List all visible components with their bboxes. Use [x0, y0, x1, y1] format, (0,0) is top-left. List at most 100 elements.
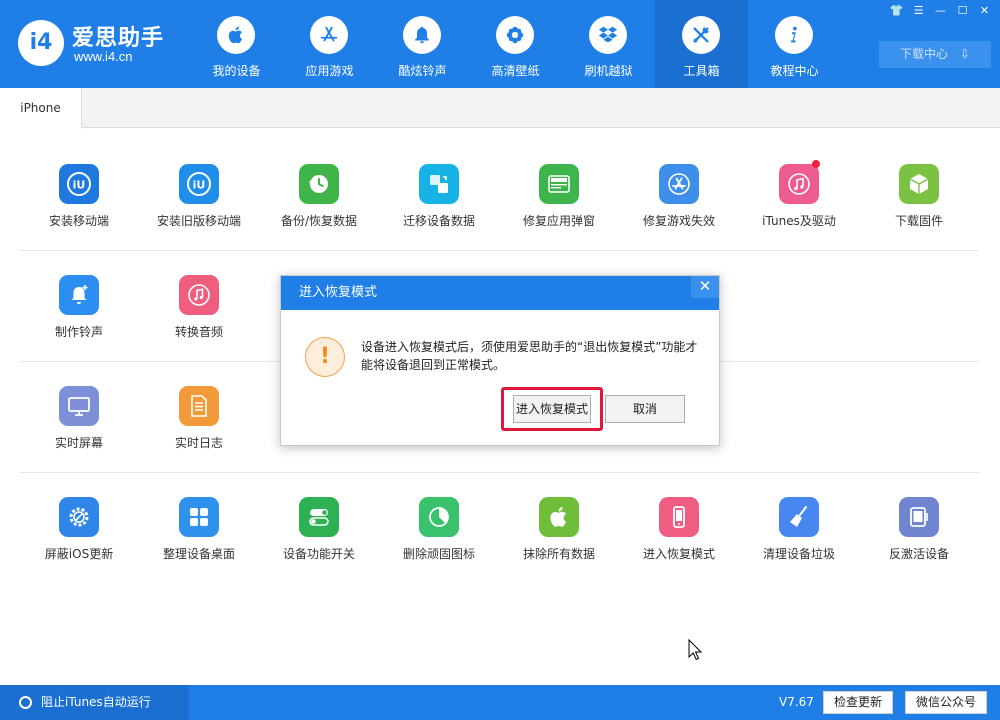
- tool-label: 安装移动端: [48, 214, 109, 228]
- row-divider: [20, 250, 979, 251]
- nav-label: 高清壁纸: [491, 64, 540, 78]
- grid-icon: [179, 497, 219, 537]
- menu-icon[interactable]: ☰: [909, 3, 928, 18]
- gear-block-icon: [59, 497, 99, 537]
- nav-apps-games[interactable]: 应用游戏: [283, 0, 376, 88]
- svg-text:iU: iU: [193, 179, 206, 192]
- tool-install-old-mobile[interactable]: iU 安装旧版移动端: [139, 164, 259, 244]
- dialog-message: 设备进入恢复模式后，须使用爱思助手的“退出恢复模式”功能才能将设备退回到正常模式…: [361, 340, 698, 372]
- block-itunes-toggle[interactable]: 阻止iTunes自动运行: [0, 685, 189, 720]
- close-icon[interactable]: ✕: [975, 3, 994, 18]
- nav-label: 教程中心: [770, 64, 819, 78]
- minimize-icon[interactable]: —: [931, 3, 950, 18]
- app-name: 爱思助手: [72, 26, 165, 51]
- wechat-button[interactable]: 微信公众号: [905, 691, 987, 714]
- tool-convert-audio[interactable]: 转换音频: [139, 275, 259, 355]
- tool-erase-all-data[interactable]: 抹除所有数据: [499, 497, 619, 577]
- mouse-cursor-icon: [688, 639, 702, 661]
- main-nav: 我的设备 应用游戏 酷炫铃声 高清壁纸 刷机越狱 工具箱 教程中心: [190, 0, 841, 88]
- nav-label: 工具箱: [683, 64, 720, 78]
- tool-install-mobile[interactable]: iU 安装移动端: [19, 164, 139, 244]
- tool-label: 整理设备桌面: [162, 547, 235, 561]
- nav-flash-jailbreak[interactable]: 刷机越狱: [562, 0, 655, 88]
- notification-badge: [812, 160, 820, 168]
- version-label: V7.67: [779, 695, 814, 709]
- enter-recovery-button[interactable]: 进入恢复模式: [513, 395, 591, 423]
- svg-text:iU: iU: [73, 179, 86, 192]
- tablet-icon: [899, 497, 939, 537]
- toggle-icon: [299, 497, 339, 537]
- app-store-icon: [310, 16, 348, 54]
- bell-icon: [403, 16, 441, 54]
- download-center-button[interactable]: 下载中心 ⇩: [879, 41, 991, 68]
- tool-block-ios-update[interactable]: 屏蔽iOS更新: [19, 497, 139, 577]
- tool-label: 实时日志: [174, 436, 223, 450]
- document-icon: [179, 386, 219, 426]
- download-center-label: 下载中心: [900, 47, 949, 61]
- tool-deactivate-device[interactable]: 反激活设备: [859, 497, 979, 577]
- nav-ringtones[interactable]: 酷炫铃声: [376, 0, 469, 88]
- dialog-close-button[interactable]: ✕: [691, 276, 719, 298]
- tools-icon: [682, 16, 720, 54]
- tool-organize-desktop[interactable]: 整理设备桌面: [139, 497, 259, 577]
- nav-toolbox[interactable]: 工具箱: [655, 0, 748, 88]
- tool-delete-stubborn-icons[interactable]: 删除顽固图标: [379, 497, 499, 577]
- top-bar: i4 爱思助手 www.i4.cn 我的设备 应用游戏 酷炫铃声 高清壁纸 刷机…: [0, 0, 1000, 88]
- tool-enter-recovery-mode[interactable]: 进入恢复模式: [619, 497, 739, 577]
- tool-make-ringtone[interactable]: 制作铃声: [19, 275, 139, 355]
- music-note-icon: [179, 275, 219, 315]
- tool-fix-game[interactable]: 修复游戏失效: [619, 164, 739, 244]
- radio-circle-icon: [19, 696, 32, 709]
- migrate-icon: [419, 164, 459, 204]
- tab-iphone[interactable]: iPhone: [0, 88, 82, 129]
- app-logo: i4 爱思助手 www.i4.cn: [18, 18, 178, 70]
- maximize-icon[interactable]: ☐: [953, 3, 972, 18]
- app-url: www.i4.cn: [74, 49, 133, 64]
- tool-download-firmware[interactable]: 下载固件: [859, 164, 979, 244]
- tool-itunes-driver[interactable]: iTunes及驱动: [739, 160, 859, 244]
- nav-label: 应用游戏: [305, 64, 354, 78]
- monitor-icon: [59, 386, 99, 426]
- dropbox-icon: [589, 16, 627, 54]
- shirt-icon[interactable]: 👕: [887, 3, 906, 18]
- tool-label: 备份/恢复数据: [280, 214, 358, 228]
- tool-label: 反激活设备: [888, 547, 949, 561]
- device-tab-strip: iPhone: [0, 88, 1000, 129]
- tool-live-log[interactable]: 实时日志: [139, 386, 259, 466]
- broom-icon: [779, 497, 819, 537]
- check-update-button[interactable]: 检查更新: [823, 691, 893, 714]
- tool-label: 转换音频: [174, 325, 223, 339]
- tool-clean-junk[interactable]: 清理设备垃圾: [739, 497, 859, 577]
- i4-logo-icon: iU: [179, 164, 219, 204]
- apple-icon: [539, 497, 579, 537]
- tool-label: 修复应用弹窗: [522, 214, 595, 228]
- tool-label: 清理设备垃圾: [762, 547, 835, 561]
- tool-device-switches[interactable]: 设备功能开关: [259, 497, 379, 577]
- recovery-mode-dialog: 进入恢复模式 ✕ ! 设备进入恢复模式后，须使用爱思助手的“退出恢复模式”功能才…: [280, 275, 720, 446]
- warning-icon: !: [305, 337, 345, 377]
- app-store-icon: [659, 164, 699, 204]
- pie-icon: [419, 497, 459, 537]
- i4-logo-icon: iU: [59, 164, 99, 204]
- window-controls: 👕 ☰ — ☐ ✕: [887, 3, 994, 18]
- nav-tutorials[interactable]: 教程中心: [748, 0, 841, 88]
- tool-migrate-data[interactable]: 迁移设备数据: [379, 164, 499, 244]
- tool-label: 迁移设备数据: [402, 214, 475, 228]
- dialog-title: 进入恢复模式: [281, 276, 719, 310]
- nav-label: 我的设备: [212, 64, 261, 78]
- nav-my-device[interactable]: 我的设备: [190, 0, 283, 88]
- tool-label: iTunes及驱动: [762, 214, 836, 228]
- nav-label: 酷炫铃声: [398, 64, 447, 78]
- tool-label: 屏蔽iOS更新: [44, 547, 114, 561]
- cancel-button[interactable]: 取消: [605, 395, 685, 423]
- cube-icon: [899, 164, 939, 204]
- tool-fix-app-popup[interactable]: 修复应用弹窗: [499, 164, 619, 244]
- close-icon: ✕: [698, 277, 712, 295]
- backup-clock-icon: [299, 164, 339, 204]
- nav-wallpapers[interactable]: 高清壁纸: [469, 0, 562, 88]
- tool-label: 安装旧版移动端: [156, 214, 241, 228]
- tool-live-screen[interactable]: 实时屏幕: [19, 386, 139, 466]
- tool-backup-restore[interactable]: 备份/恢复数据: [259, 164, 379, 244]
- download-icon: ⇩: [959, 47, 970, 61]
- block-itunes-label: 阻止iTunes自动运行: [41, 695, 151, 709]
